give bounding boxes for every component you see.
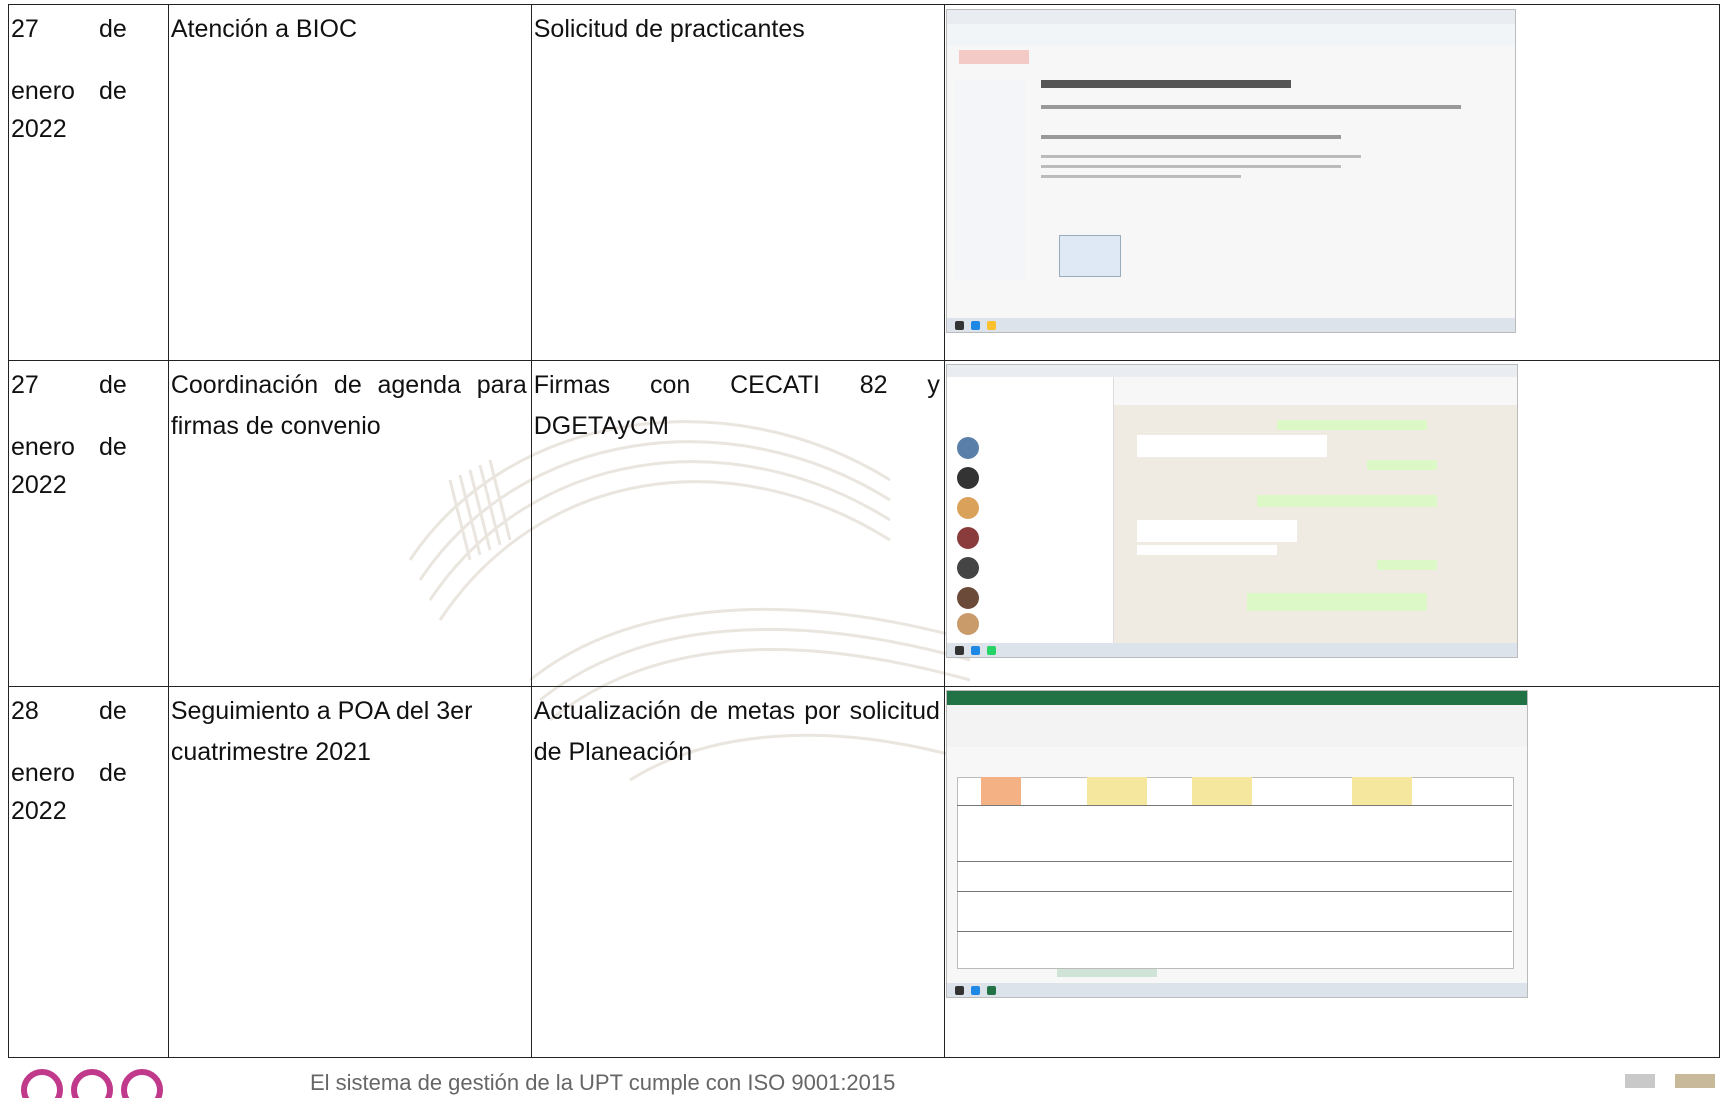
table-row: 27 de enero de 2022 Atención a BIOC Soli… [8,4,1720,361]
certification-logo [1625,1074,1715,1088]
footer-text: El sistema de gestión de la UPT cumple c… [310,1070,896,1095]
date-de: de [99,697,127,725]
activity-text: Coordinación de agenda para firmas de co… [170,371,527,440]
date-de: de [99,371,127,399]
date-cell: 27 de enero de 2022 [8,4,169,361]
date-de: de [99,15,127,43]
date-month: enero [11,77,75,105]
activity-log-table: 27 de enero de 2022 Atención a BIOC Soli… [8,4,1720,1058]
date-year: 2022 [11,797,67,825]
whatsapp-screenshot [945,364,1518,658]
date-day: 27 [11,371,39,399]
date-year: 2022 [11,471,67,499]
date-cell: 27 de enero de 2022 [8,360,169,687]
spreadsheet-screenshot [945,690,1528,998]
date-day: 27 [11,15,39,43]
date-month: enero [11,759,75,787]
date-de: de [99,759,127,787]
date-year: 2022 [11,115,67,143]
date-cell: 28 de enero de 2022 [8,686,169,1058]
date-day: 28 [11,697,39,725]
email-screenshot [945,9,1516,333]
detail-text: Actualización de metas por solicitud de … [533,697,940,766]
activity-text: Atención a BIOC [170,15,358,43]
table-row: 27 de enero de 2022 Coordinación de agen… [8,360,1720,687]
date-de: de [99,77,127,105]
date-month: enero [11,433,75,461]
activity-text: Seguimiento a POA del 3er cuatrimestre 2… [170,697,473,766]
date-de: de [99,433,127,461]
detail-text: Solicitud de practicantes [533,15,805,43]
institution-logo [21,1069,163,1098]
detail-text: Firmas con CECATI 82 y DGETAyCM [533,371,940,440]
table-row: 28 de enero de 2022 Seguimiento a POA de… [8,686,1720,1058]
